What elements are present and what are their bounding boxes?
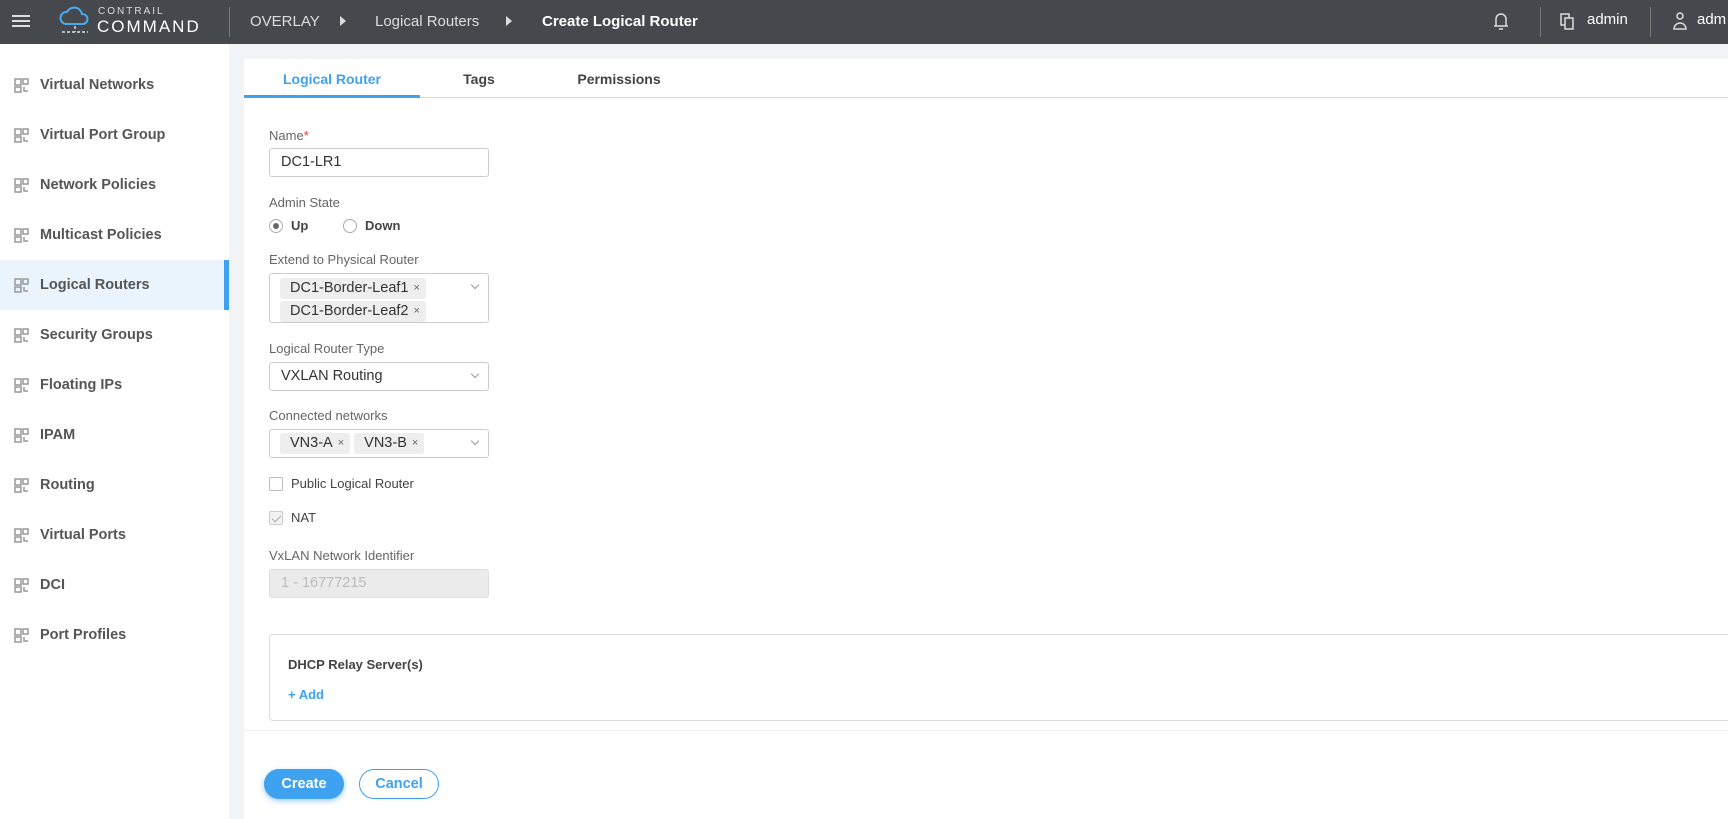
dhcp-relay-panel: DHCP Relay Server(s) + Add xyxy=(269,634,1728,721)
project-selector[interactable]: admin xyxy=(1587,11,1628,28)
router-icon xyxy=(14,277,29,293)
virtual-networks-icon xyxy=(14,77,29,93)
user-menu[interactable]: adm xyxy=(1697,11,1726,28)
sidebar-item-label: Port Profiles xyxy=(40,627,127,643)
admin-state-label: Admin State xyxy=(269,195,340,210)
sidebar-item-label: Virtual Ports xyxy=(40,527,126,543)
sidebar-item-label: Virtual Port Group xyxy=(40,127,166,143)
divider xyxy=(1650,7,1651,37)
name-label: Name* xyxy=(269,128,309,143)
sidebar-item-floating-ips[interactable]: Floating IPs xyxy=(0,360,229,410)
chevron-down-icon xyxy=(470,436,480,446)
form-card: Logical Router Tags Permissions Name* DC… xyxy=(244,59,1728,819)
project-icon xyxy=(1560,13,1574,30)
admin-down-radio[interactable] xyxy=(343,219,357,233)
name-input[interactable]: DC1-LR1 xyxy=(269,148,489,177)
remove-icon[interactable]: × xyxy=(413,282,419,294)
type-label: Logical Router Type xyxy=(269,341,385,356)
bell-icon[interactable] xyxy=(1493,11,1509,31)
sidebar-item-label: DCI xyxy=(40,577,65,593)
sidebar-item-label: Network Policies xyxy=(40,177,157,193)
vni-label: VxLAN Network Identifier xyxy=(269,548,415,563)
public-router-label: Public Logical Router xyxy=(291,476,414,491)
admin-up-radio[interactable] xyxy=(269,219,283,233)
add-dhcp-button[interactable]: + Add xyxy=(288,687,324,702)
security-icon xyxy=(14,327,29,343)
selected-tag: VN3-A × xyxy=(280,433,351,454)
breadcrumb-arrow-icon xyxy=(506,16,512,26)
sidebar-item-label: Multicast Policies xyxy=(40,227,162,243)
router-type-select[interactable]: VXLAN Routing xyxy=(269,362,489,391)
sidebar-item-label: Floating IPs xyxy=(40,377,123,393)
sidebar-item-virtual-port-group[interactable]: Virtual Port Group xyxy=(0,110,229,160)
remove-icon[interactable]: × xyxy=(413,305,419,317)
public-router-checkbox[interactable] xyxy=(269,477,283,491)
sidebar-item-port-profiles[interactable]: Port Profiles xyxy=(0,610,229,660)
sidebar-item-label: Routing xyxy=(40,477,95,493)
multicast-icon xyxy=(14,227,29,243)
sidebar-item-logical-routers[interactable]: Logical Routers xyxy=(0,260,229,310)
sidebar-item-label: Security Groups xyxy=(40,327,153,343)
contrail-command-logo[interactable]: CONTRAIL COMMAND xyxy=(58,4,208,40)
tab-tags[interactable]: Tags xyxy=(439,59,519,98)
networks-label: Connected networks xyxy=(269,408,388,423)
admin-up-label: Up xyxy=(291,218,309,233)
nat-checkbox[interactable] xyxy=(269,511,283,525)
vni-input[interactable]: 1 - 16777215 xyxy=(269,569,489,598)
create-button[interactable]: Create xyxy=(264,769,344,799)
sidebar-item-dci[interactable]: DCI xyxy=(0,560,229,610)
breadcrumb-current: Create Logical Router xyxy=(542,13,698,30)
sidebar-item-label: Virtual Networks xyxy=(40,77,155,93)
selected-tag: DC1-Border-Leaf2 × xyxy=(280,301,426,322)
chevron-down-icon xyxy=(470,369,480,379)
virtual-port-icon xyxy=(14,527,29,543)
divider xyxy=(229,7,230,37)
tab-logical-router[interactable]: Logical Router xyxy=(244,59,420,98)
sidebar-item-security-groups[interactable]: Security Groups xyxy=(0,310,229,360)
menu-icon[interactable] xyxy=(12,12,30,30)
sidebar-item-network-policies[interactable]: Network Policies xyxy=(0,160,229,210)
remove-icon[interactable]: × xyxy=(338,437,344,449)
extend-router-select[interactable]: DC1-Border-Leaf1 × DC1-Border-Leaf2 × xyxy=(269,273,489,323)
divider xyxy=(1540,7,1541,37)
cloud-icon xyxy=(59,6,89,33)
sidebar-item-ipam[interactable]: IPAM xyxy=(0,410,229,460)
sidebar-item-virtual-networks[interactable]: Virtual Networks xyxy=(0,60,229,110)
sidebar-item-multicast-policies[interactable]: Multicast Policies xyxy=(0,210,229,260)
divider xyxy=(244,730,1728,731)
top-header: CONTRAIL COMMAND OVERLAY Logical Routers… xyxy=(0,0,1728,44)
extend-label: Extend to Physical Router xyxy=(269,252,419,267)
selected-tag: VN3-B × xyxy=(354,433,425,454)
breadcrumb-logical-routers[interactable]: Logical Routers xyxy=(375,13,479,30)
sidebar: Virtual Networks Virtual Port Group Networ… xyxy=(0,44,229,819)
dhcp-title: DHCP Relay Server(s) xyxy=(288,657,423,672)
routing-icon xyxy=(14,477,29,493)
floating-ip-icon xyxy=(14,377,29,393)
sidebar-item-virtual-ports[interactable]: Virtual Ports xyxy=(0,510,229,560)
sidebar-item-label: Logical Routers xyxy=(40,277,150,293)
cancel-button[interactable]: Cancel xyxy=(359,769,439,799)
connected-networks-select[interactable]: VN3-A × VN3-B × xyxy=(269,429,489,458)
port-profile-icon xyxy=(14,627,29,643)
selected-tag: DC1-Border-Leaf1 × xyxy=(280,278,426,299)
admin-down-label: Down xyxy=(365,218,401,233)
dci-icon xyxy=(14,577,29,593)
breadcrumb-overlay[interactable]: OVERLAY xyxy=(250,13,320,30)
sidebar-item-routing[interactable]: Routing xyxy=(0,460,229,510)
tab-permissions[interactable]: Permissions xyxy=(564,59,674,98)
sidebar-item-label: IPAM xyxy=(40,427,76,443)
remove-icon[interactable]: × xyxy=(412,437,418,449)
ipam-icon xyxy=(14,427,29,443)
port-group-icon xyxy=(14,127,29,143)
tab-bar: Logical Router Tags Permissions xyxy=(244,59,1728,98)
nat-label: NAT xyxy=(291,510,317,525)
breadcrumb-arrow-icon xyxy=(340,16,346,26)
policy-icon xyxy=(14,177,29,193)
user-icon xyxy=(1673,12,1687,30)
